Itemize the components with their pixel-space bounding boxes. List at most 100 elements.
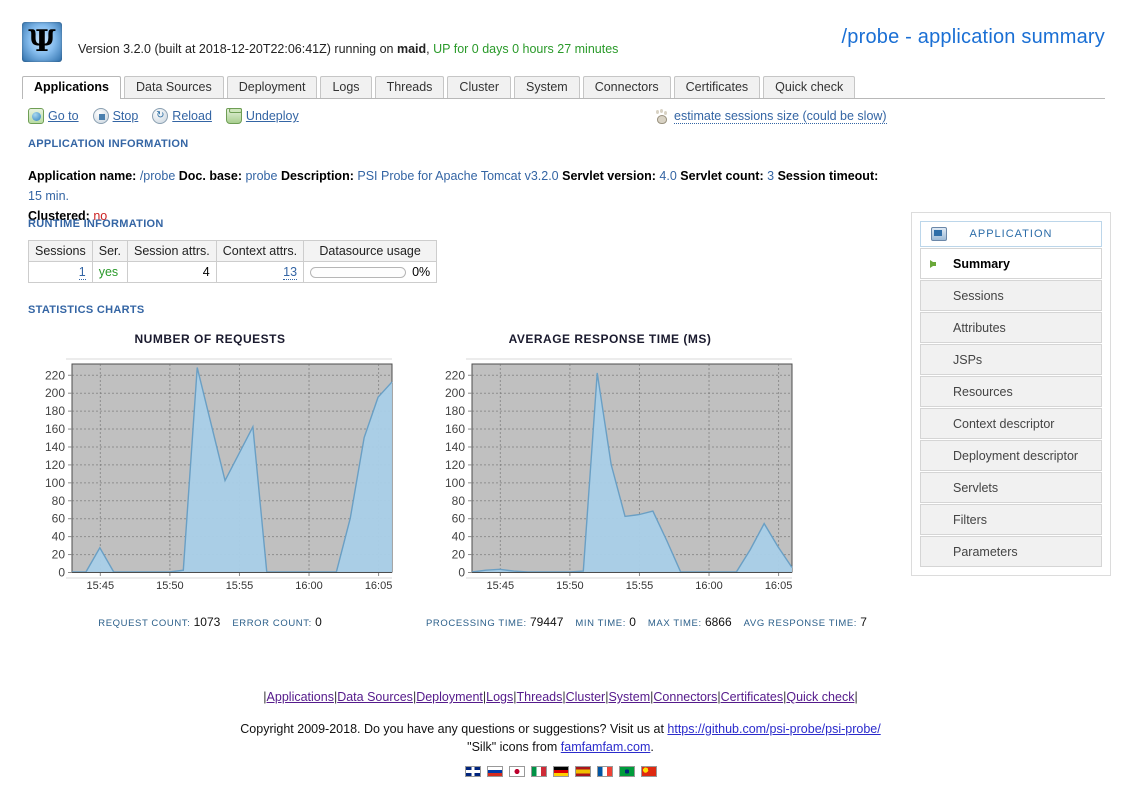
hostname: maid <box>396 42 427 56</box>
flag-de-icon[interactable] <box>552 766 569 777</box>
reload-icon: ↻ <box>152 108 169 124</box>
footer-link-logs[interactable]: Logs <box>486 690 513 704</box>
stat-min-time: MIN TIME: 0 <box>575 615 636 629</box>
svg-text:16:05: 16:05 <box>365 580 393 592</box>
footer-link-quick-check[interactable]: Quick check <box>786 690 854 704</box>
sidebar-item-summary[interactable]: Summary <box>920 248 1102 279</box>
chart2-plot: 0 20 40 60 80 100 120 140 160 180 200 220 15:45 15:50… <box>420 356 800 609</box>
svg-text:160: 160 <box>445 422 465 436</box>
version-comma: , <box>426 42 430 56</box>
svg-text:15:45: 15:45 <box>487 580 515 592</box>
app-action-toolbar: Go to Stop ↻ Reload Undeploy <box>28 108 313 124</box>
tab-applications[interactable]: Applications <box>22 76 122 99</box>
footer-link-applications[interactable]: Applications <box>267 690 334 704</box>
svg-text:220: 220 <box>445 368 465 382</box>
tab-quick-check[interactable]: Quick check <box>763 76 856 98</box>
chart1-plot: 0 20 40 60 80 100 120 140 160 180 200 220 15:45 15:50… <box>20 356 400 609</box>
version-info: Version 3.2.0 (built at 2018-12-20T22:06… <box>78 42 618 56</box>
chart-number-of-requests: NUMBER OF REQUESTS 0 20 40 60 80 100 120 140 160… <box>20 332 400 629</box>
footer-link-cluster[interactable]: Cluster <box>566 690 606 704</box>
servlet-version-value: 4.0 <box>659 169 677 183</box>
psi-probe-logo: Ψ <box>22 22 62 62</box>
cell-context-attrs: 13 <box>215 261 305 283</box>
cell-datasource-usage: 0% <box>303 261 438 283</box>
sidebar-item-filters[interactable]: Filters <box>920 504 1102 535</box>
svg-text:15:50: 15:50 <box>556 580 584 592</box>
sidebar-item-label: Deployment descriptor <box>953 448 1079 463</box>
col-session-attrs: Session attrs. <box>126 240 217 262</box>
chart-average-response-time: AVERAGE RESPONSE TIME (MS) 0 20 40 60 80 100 1… <box>420 332 867 629</box>
context-attrs-value-link[interactable]: 13 <box>283 265 298 280</box>
tab-cluster[interactable]: Cluster <box>447 76 512 98</box>
tab-connectors[interactable]: Connectors <box>582 76 671 98</box>
svg-text:140: 140 <box>45 440 65 454</box>
sidebar-item-label: Context descriptor <box>953 416 1055 431</box>
sidebar-item-sessions[interactable]: Sessions <box>920 280 1102 311</box>
go-to-button[interactable]: Go to <box>28 108 79 124</box>
chart1-stats: REQUEST COUNT: 1073 ERROR COUNT: 0 <box>20 615 400 629</box>
sidebar-item-jsps[interactable]: JSPs <box>920 344 1102 375</box>
footer-link-threads[interactable]: Threads <box>517 690 563 704</box>
tab-logs[interactable]: Logs <box>320 76 372 98</box>
footer-link-data-sources[interactable]: Data Sources <box>337 690 413 704</box>
svg-text:15:55: 15:55 <box>226 580 254 592</box>
tab-deployment[interactable]: Deployment <box>226 76 318 98</box>
stat-label: PROCESSING TIME: <box>426 618 530 629</box>
tab-threads[interactable]: Threads <box>374 76 445 98</box>
sidebar-item-deployment-descriptor[interactable]: Deployment descriptor <box>920 440 1102 471</box>
stat-label: AVG RESPONSE TIME: <box>743 618 861 629</box>
estimate-sessions-size-label[interactable]: estimate sessions size (could be slow) <box>674 109 887 124</box>
docbase-value: probe <box>245 169 278 183</box>
reload-button[interactable]: ↻ Reload <box>152 108 212 124</box>
svg-text:200: 200 <box>45 386 65 400</box>
tab-certificates[interactable]: Certificates <box>673 76 761 98</box>
svg-text:20: 20 <box>452 548 466 562</box>
flag-cn-icon[interactable] <box>640 766 657 777</box>
sidebar-item-servlets[interactable]: Servlets <box>920 472 1102 503</box>
session-timeout-label: Session timeout: <box>777 169 879 183</box>
undeploy-button[interactable]: Undeploy <box>225 108 299 124</box>
main-tab-bar: Applications Data Sources Deployment Logs Th… <box>22 76 1105 99</box>
svg-text:15:50: 15:50 <box>156 580 184 592</box>
sidebar-item-parameters[interactable]: Parameters <box>920 536 1102 567</box>
sidebar-item-context-descriptor[interactable]: Context descriptor <box>920 408 1102 439</box>
famfamfam-link[interactable]: famfamfam.com <box>561 740 651 754</box>
sidebar-item-label: Filters <box>953 512 988 527</box>
svg-text:160: 160 <box>45 422 65 436</box>
cell-session-attrs: 4 <box>126 261 217 283</box>
footer-link-certificates[interactable]: Certificates <box>721 690 784 704</box>
sidebar-item-label: Summary <box>953 256 1010 271</box>
sidebar-item-attributes[interactable]: Attributes <box>920 312 1102 343</box>
application-icon <box>931 227 947 241</box>
section-heading-runtime-information: RUNTIME INFORMATION <box>28 218 164 230</box>
estimate-sessions-size-link[interactable]: estimate sessions size (could be slow) <box>653 108 887 124</box>
tab-data-sources[interactable]: Data Sources <box>124 76 224 98</box>
flag-uk-icon[interactable] <box>464 766 481 777</box>
svg-text:60: 60 <box>452 512 466 526</box>
flag-ru-icon[interactable] <box>486 766 503 777</box>
flag-jp-icon[interactable] <box>508 766 525 777</box>
stat-value: 79447 <box>530 615 564 629</box>
world-go-icon <box>28 108 44 124</box>
stat-error-count: ERROR COUNT: 0 <box>232 615 321 629</box>
flag-fr-icon[interactable] <box>596 766 613 777</box>
sidebar-item-label: JSPs <box>953 352 983 367</box>
sidebar-item-resources[interactable]: Resources <box>920 376 1102 407</box>
tab-system[interactable]: System <box>514 76 580 98</box>
stop-button[interactable]: Stop <box>92 108 138 124</box>
footer-link-deployment[interactable]: Deployment <box>416 690 483 704</box>
section-heading-application-information: APPLICATION INFORMATION <box>28 138 189 150</box>
footer-link-bar: |Applications|Data Sources|Deployment|Lo… <box>0 690 1121 704</box>
flag-es-icon[interactable] <box>574 766 591 777</box>
footer-link-system[interactable]: System <box>608 690 650 704</box>
sessions-value-link[interactable]: 1 <box>78 265 86 280</box>
application-side-panel: APPLICATION Summary Sessions Attributes JSP… <box>911 212 1111 576</box>
cell-serializable: yes <box>91 261 128 283</box>
flag-it-icon[interactable] <box>530 766 547 777</box>
github-link[interactable]: https://github.com/psi-probe/psi-probe/ <box>667 722 880 736</box>
footer-link-connectors[interactable]: Connectors <box>653 690 717 704</box>
flag-br-icon[interactable] <box>618 766 635 777</box>
servlet-count-label: Servlet count: <box>680 169 764 183</box>
stat-value: 7 <box>860 615 867 629</box>
go-to-label: Go to <box>48 109 79 123</box>
